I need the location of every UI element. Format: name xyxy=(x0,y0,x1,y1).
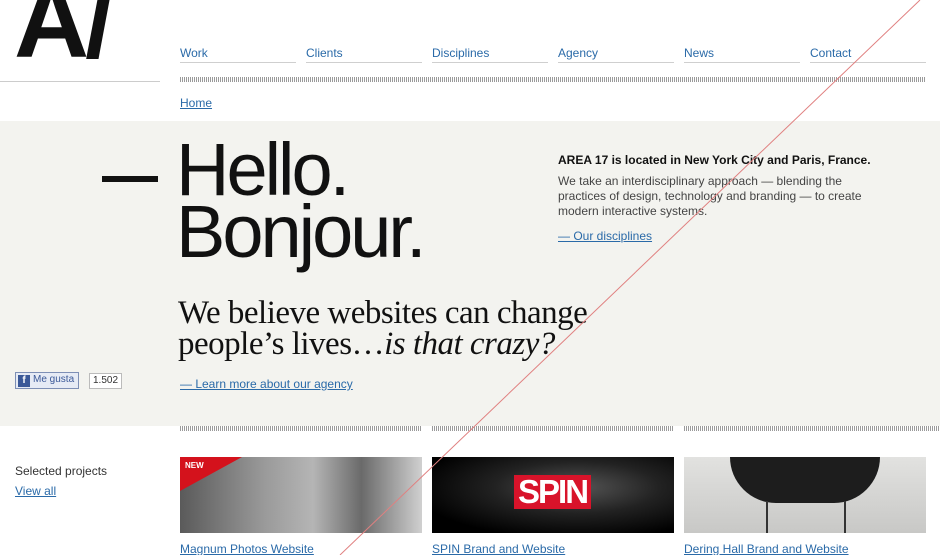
decorative-diagonal-line xyxy=(339,0,921,555)
